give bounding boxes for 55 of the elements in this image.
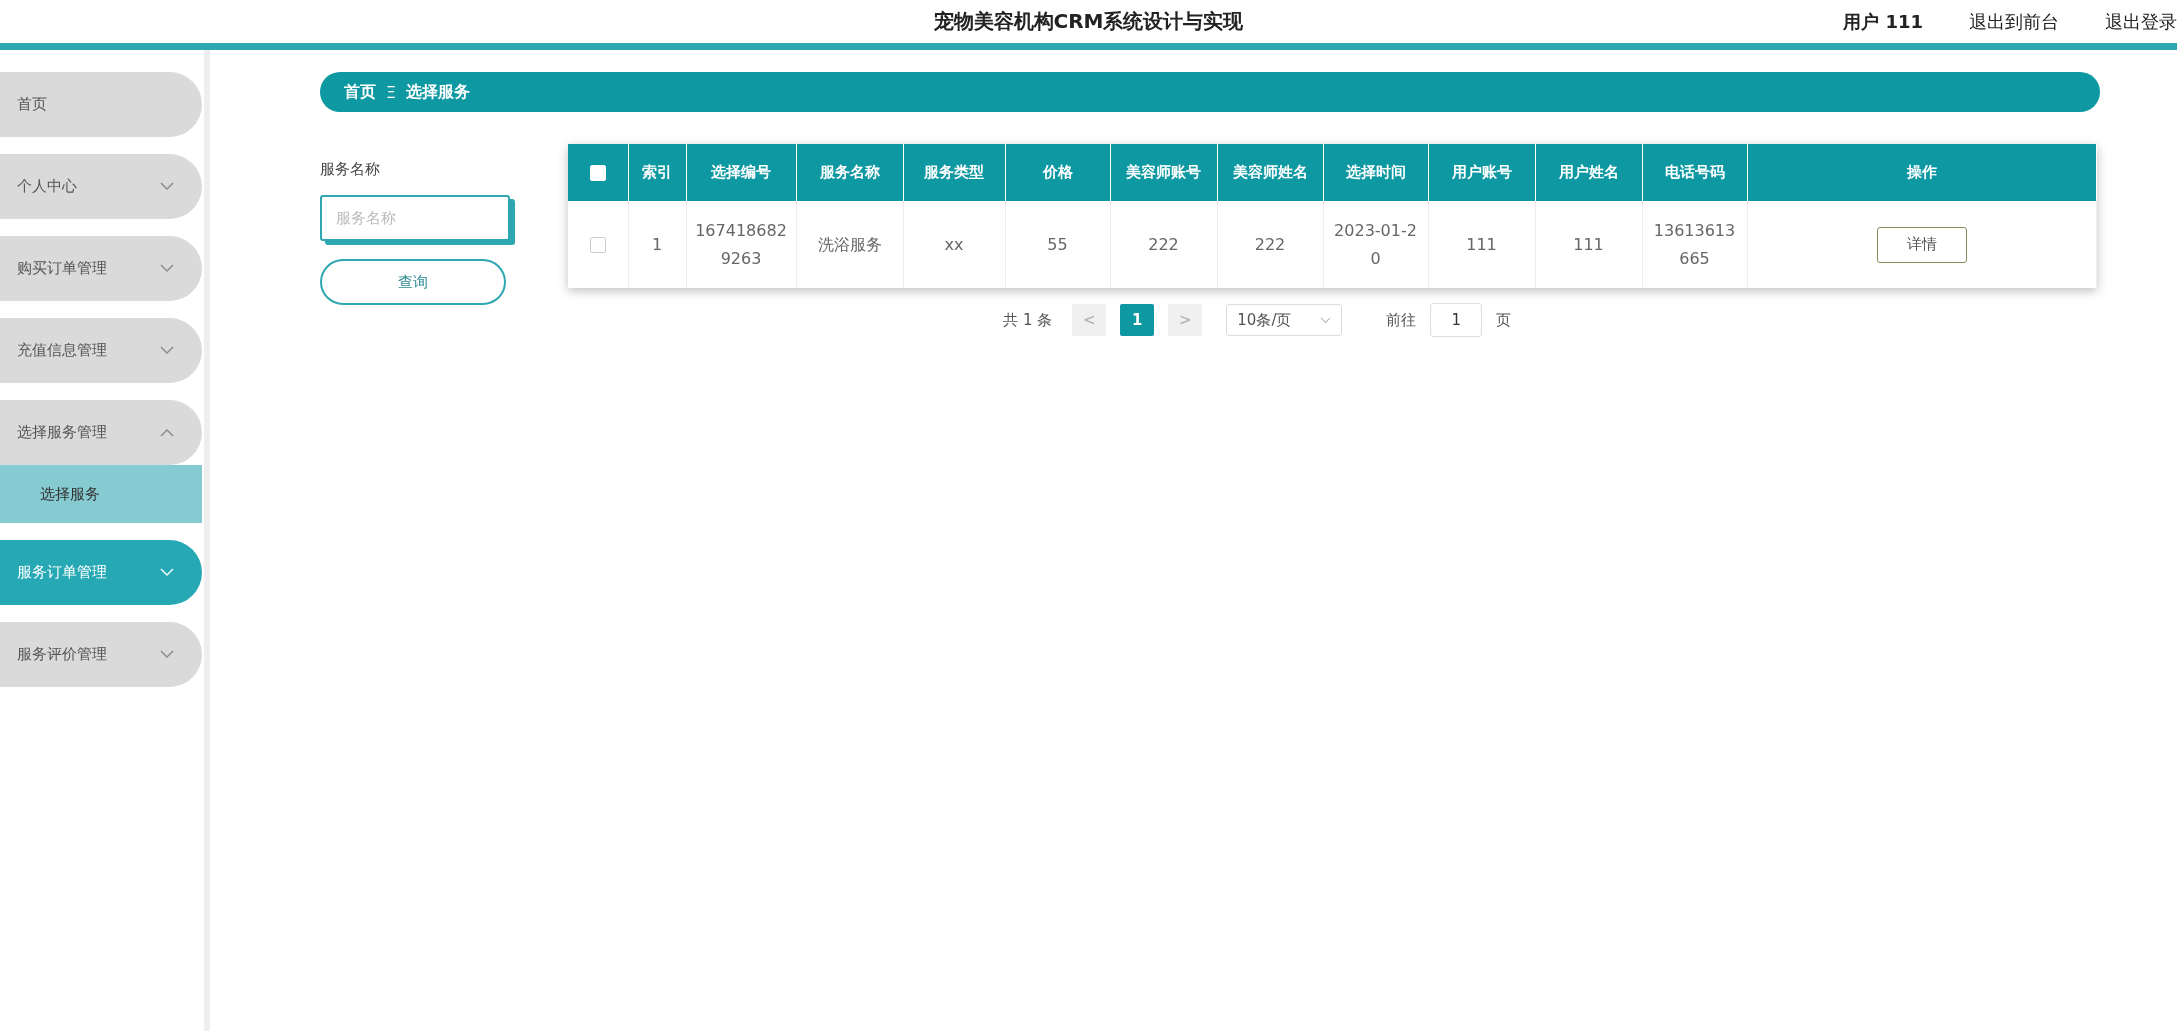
field-label: 服务名称 xyxy=(320,160,381,179)
sidebar-item[interactable]: 首页 xyxy=(0,72,202,137)
sidebar-item[interactable]: 个人中心 xyxy=(0,154,202,219)
column-header: 选择时间 xyxy=(1323,144,1428,201)
table-cell: 1 xyxy=(628,201,686,288)
page-unit-label: 页 xyxy=(1496,310,1512,330)
table-cell: 洗浴服务 xyxy=(796,201,903,288)
column-header: 美容师姓名 xyxy=(1217,144,1323,201)
table-cell: xx xyxy=(903,201,1005,288)
page-size-select[interactable]: 10条/页 xyxy=(1226,304,1343,336)
column-header: 电话号码 xyxy=(1642,144,1747,201)
column-header: 美容师账号 xyxy=(1110,144,1217,201)
table-cell: 111 xyxy=(1428,201,1535,288)
header-link[interactable]: 退出到前台 xyxy=(1969,9,2059,34)
page-field[interactable]: 1 xyxy=(1430,303,1483,337)
table-cell: 2023-01-20 xyxy=(1323,201,1428,288)
chevron-icon xyxy=(160,568,174,577)
table-cell: 55 xyxy=(1005,201,1110,288)
page-button[interactable]: 1 xyxy=(1120,304,1155,336)
goto-label: 前往 xyxy=(1386,310,1417,330)
search-field[interactable]: 服务名称 xyxy=(320,195,510,241)
details-button[interactable]: 详情 xyxy=(1876,226,1967,263)
column-header: 用户姓名 xyxy=(1535,144,1642,201)
table-cell: 222 xyxy=(1217,201,1323,288)
column-header: 用户账号 xyxy=(1428,144,1535,201)
table-cell: 111 xyxy=(1535,201,1642,288)
checkbox[interactable] xyxy=(589,237,606,253)
sidebar-item[interactable]: 服务评价管理 xyxy=(0,622,202,687)
app-title: 宠物美容机构CRM系统设计与实现 xyxy=(933,9,1244,33)
table-cell: 1674186829263 xyxy=(686,201,796,288)
column-header: 选择编号 xyxy=(686,144,796,201)
breadcrumb-separator: Ξ xyxy=(386,82,397,102)
header-link[interactable]: 退出登录 xyxy=(2105,9,2177,34)
column-header: 操作 xyxy=(1747,144,2096,201)
total-count: 共 1 条 xyxy=(1003,310,1053,330)
query-button[interactable]: 查询 xyxy=(320,259,506,305)
chevron-icon xyxy=(160,650,174,659)
chevron-icon xyxy=(1320,316,1332,324)
column-header: 索引 xyxy=(628,144,686,201)
sidebar-item[interactable]: 充值信息管理 xyxy=(0,318,202,383)
breadcrumb-item[interactable]: 首页 xyxy=(344,81,376,103)
breadcrumb-item: 选择服务 xyxy=(406,81,471,103)
user-label: 用户 111 xyxy=(1843,9,1923,34)
chevron-icon xyxy=(160,182,174,191)
chevron-icon xyxy=(160,346,174,355)
table-cell: 222 xyxy=(1110,201,1217,288)
submenu-item[interactable]: 选择服务 xyxy=(0,465,202,523)
table-cell: 13613613665 xyxy=(1642,201,1747,288)
sidebar-item[interactable]: 购买订单管理 xyxy=(0,236,202,301)
column-header: 服务类型 xyxy=(903,144,1005,201)
column-header: 价格 xyxy=(1005,144,1110,201)
chevron-icon xyxy=(160,428,174,437)
chevron-icon xyxy=(160,264,174,273)
column-header: 服务名称 xyxy=(796,144,903,201)
sidebar-item[interactable]: 选择服务管理 xyxy=(0,400,202,465)
